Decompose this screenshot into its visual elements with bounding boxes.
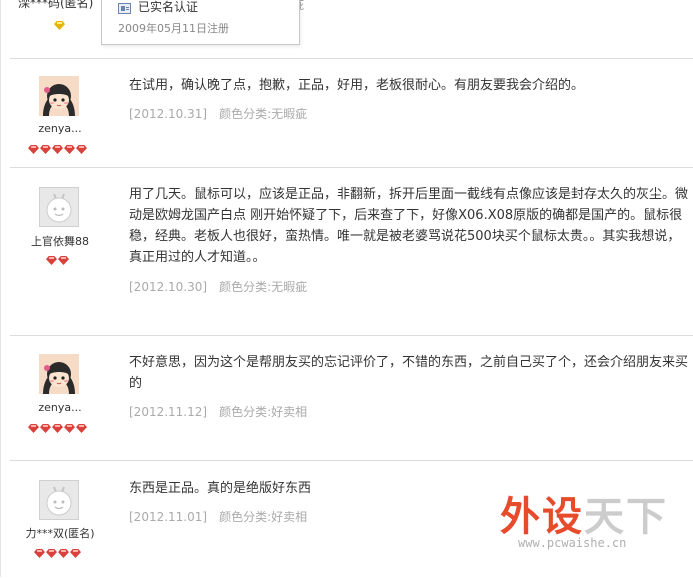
review-content: 在试用，确认晚了点，抱歉，正品，好用，老板很耐心。有朋友要我会介绍的。 [129, 78, 585, 93]
review-date: [2012.11.12] [129, 405, 208, 419]
cartoon-girl-avatar-icon [39, 76, 79, 116]
review-content: 用了几天。鼠标可以，应该是正品，非翻新，拆开后里面一截线有点像应该是封存太久的灰… [129, 187, 689, 265]
sku-label: 颜色分类:无暇疵 [219, 280, 308, 294]
sku-label: 颜色分类:无暇疵 [219, 107, 308, 121]
review-date: [2012.11.01] [129, 510, 208, 524]
sku-label: 颜色分类:好卖相 [219, 405, 308, 419]
sku-label: 颜色分类:好卖相 [219, 510, 308, 524]
reviewer-name[interactable]: 滦***码(匿名) [18, 0, 93, 11]
default-avatar-icon [40, 188, 78, 226]
reviewer-name[interactable]: zenya... [10, 122, 110, 135]
reputation-icon [28, 418, 88, 437]
user-info-popup: 已实名认证 2009年05月11日注册 [101, 0, 300, 45]
review-meta: [2012.11.12] 颜色分类:好卖相 [129, 403, 307, 420]
review-content: 不好意思，因为这个是帮朋友买的忘记评价了，不错的东西，之前自己买了个，还会介绍朋… [129, 355, 689, 391]
watermark-part2: 天下 [584, 494, 668, 540]
avatar[interactable] [39, 76, 79, 116]
verified-label: 已实名认证 [138, 0, 199, 14]
review-date: [2012.10.31] [129, 107, 208, 121]
default-avatar-icon [40, 481, 78, 519]
review-meta: [2012.11.01] 颜色分类:好卖相 [129, 508, 307, 525]
reviewer-name[interactable]: 力***双(匿名) [10, 525, 110, 541]
site-watermark: 外设天下 www.pcwaishe.cn [496, 484, 686, 564]
review-meta: [2012.10.30] 颜色分类:无暇疵 [129, 278, 307, 295]
review-meta: [2012.10.31] 颜色分类:无暇疵 [129, 105, 307, 122]
reputation-icon [34, 543, 82, 562]
avatar[interactable] [39, 354, 79, 394]
reviewer-name[interactable]: 上官依舞88 [10, 233, 110, 249]
watermark-logo: 外设天下 [500, 484, 668, 542]
reputation-icon [54, 15, 66, 34]
register-date: 2009年05月11日注册 [118, 22, 229, 35]
avatar[interactable] [39, 480, 79, 520]
page-left-border [0, 0, 1, 577]
reputation-icon [28, 139, 88, 158]
id-card-icon [118, 3, 131, 14]
review-item: zenya... 在试用，确认晚了点，抱歉，正品，好用，老板很耐心。有朋友要我会… [10, 58, 693, 167]
review-item: zenya... 不好意思，因为这个是帮朋友买的忘记评价了，不错的东西，之前自己… [10, 335, 693, 460]
review-date: [2012.10.30] [129, 280, 208, 294]
reputation-icon [46, 250, 70, 269]
watermark-url: www.pcwaishe.cn [518, 536, 627, 550]
watermark-part1: 外设 [500, 494, 584, 540]
avatar[interactable] [39, 187, 79, 227]
review-item: 上官依舞88 用了几天。鼠标可以，应该是正品，非翻新，拆开后里面一截线有点像应该… [10, 167, 693, 334]
cartoon-girl-avatar-icon [39, 354, 79, 394]
reviewer-name[interactable]: zenya... [10, 401, 110, 414]
